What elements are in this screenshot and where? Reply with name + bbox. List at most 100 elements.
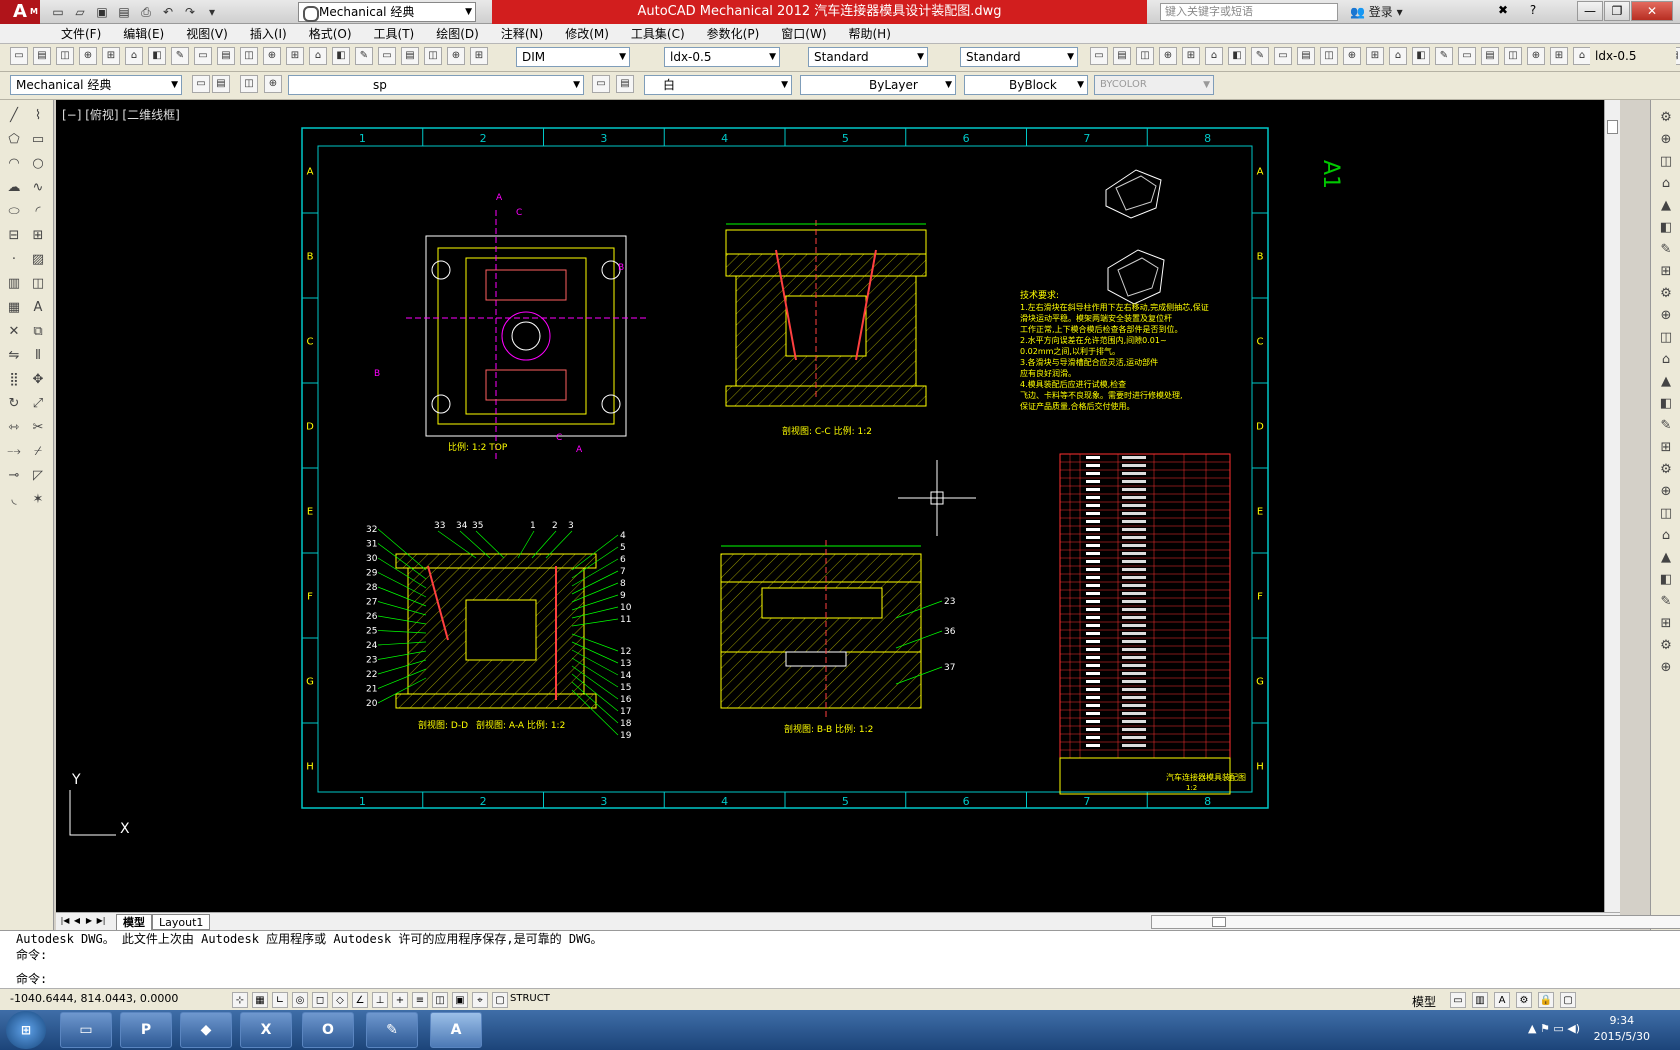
last-tab-icon[interactable]: ▶| [96,915,106,927]
application-menu-button[interactable]: AM [0,0,40,24]
mech-tool-19-icon[interactable]: ◫ [1656,504,1676,524]
customize-icon[interactable]: ▾ [202,3,222,21]
copy-icon[interactable]: ✎ [171,47,189,65]
preview-icon[interactable]: ⊞ [102,47,120,65]
dimlinear-icon[interactable]: ⊞ [1550,47,1568,65]
help-icon[interactable]: ? [1520,1,1546,21]
jogline-icon[interactable]: ▭ [1458,47,1476,65]
explorer-icon[interactable]: ▭ [60,1012,112,1048]
toolpalette-icon[interactable]: ▭ [378,47,396,65]
customize-icon[interactable]: ▤ [212,75,230,93]
dimjogged-icon[interactable]: ⌂ [1205,47,1223,65]
dimbreak-icon[interactable]: ⊞ [1366,47,1384,65]
plotstyle-select[interactable]: BYCOLOR ▼ [1094,75,1214,95]
polyline-icon[interactable]: ⌇ [28,106,48,126]
scroll-thumb[interactable] [1607,120,1618,134]
ducs-icon[interactable]: ⊥ [372,992,388,1008]
rectangle-icon[interactable]: ▭ [28,130,48,150]
start-button[interactable]: ⊞ [6,1011,46,1049]
sc-icon[interactable]: ⌖ [472,992,488,1008]
qp-icon[interactable]: ▣ [452,992,468,1008]
lineweight-select[interactable]: ByBlock ▼ [964,75,1088,95]
prev-tab-icon[interactable]: ◀ [72,915,82,927]
mech-tool-25-icon[interactable]: ⚙ [1656,636,1676,656]
menu-modify[interactable]: 修改(M) [554,24,620,43]
menu-tools[interactable]: 工具(T) [363,24,426,43]
mech-tool-2-icon[interactable]: ⊕ [1656,130,1676,150]
extend-icon[interactable]: ⤍ [4,442,24,462]
tolerance-icon[interactable]: ⌂ [1389,47,1407,65]
layer-previous-icon[interactable]: ▤ [616,75,634,93]
tpy-icon[interactable]: ◫ [432,992,448,1008]
dimlinear-icon[interactable]: ▭ [1090,47,1108,65]
undo-icon[interactable]: ◫ [240,47,258,65]
outlook-icon[interactable]: O [302,1012,354,1048]
publish-icon[interactable]: ⌂ [125,47,143,65]
ellipse-icon[interactable]: ⬭ [4,202,24,222]
chamfer-icon[interactable]: ◸ [28,466,48,486]
arc-icon[interactable]: ◠ [4,154,24,174]
mech-tool-15-icon[interactable]: ✎ [1656,416,1676,436]
point-icon[interactable]: · [4,250,24,270]
explode-icon[interactable]: ✶ [28,490,48,510]
mech-tool-18-icon[interactable]: ⊕ [1656,482,1676,502]
mech-tool-26-icon[interactable]: ⊕ [1656,658,1676,678]
workspace-settings-icon[interactable]: ▭ [192,75,210,93]
polar-icon[interactable]: ◎ [292,992,308,1008]
dimspace-icon[interactable]: ⊕ [1343,47,1361,65]
osnap-icon[interactable]: ◻ [312,992,328,1008]
close-button[interactable]: ✕ [1631,1,1673,21]
workspace-switch-icon[interactable]: ⚙ [1516,992,1532,1008]
mech-tool-16-icon[interactable]: ⊞ [1656,438,1676,458]
vertical-scrollbar[interactable] [1604,100,1620,912]
am-icon[interactable]: ▢ [492,992,508,1008]
saveas-icon[interactable]: ▤ [114,3,134,21]
quickview-icon[interactable]: ▥ [1472,992,1488,1008]
region-icon[interactable]: ◫ [28,274,48,294]
minimize-button[interactable]: — [1577,1,1603,21]
qdim-icon[interactable]: ▭ [1274,47,1292,65]
menu-toolsets[interactable]: 工具集(C) [620,24,696,43]
text-style-select[interactable]: ldx-0.5 ▼ [664,47,780,67]
mech-tool-7-icon[interactable]: ✎ [1656,240,1676,260]
revcloud-icon[interactable]: ☁ [4,178,24,198]
designcenter-icon[interactable]: ✎ [355,47,373,65]
fillet-icon[interactable]: ◟ [4,490,24,510]
undo-icon[interactable]: ↶ [158,3,178,21]
copy-obj-icon[interactable]: ⧉ [28,322,48,342]
ortho-icon[interactable]: ∟ [272,992,288,1008]
dimdiameter-icon[interactable]: ◧ [1228,47,1246,65]
menu-annotate[interactable]: 注释(N) [490,24,554,43]
search-input[interactable]: 键入关键字或短语 [1160,3,1338,21]
mech-tool-24-icon[interactable]: ⊞ [1656,614,1676,634]
plot-icon[interactable]: ⎙ [136,3,156,21]
paste-icon[interactable]: ▭ [194,47,212,65]
rotate-icon[interactable]: ↻ [4,394,24,414]
excel-icon[interactable]: X [240,1012,292,1048]
mech-tool-11-icon[interactable]: ◫ [1656,328,1676,348]
restore-button[interactable]: ❐ [1604,1,1630,21]
mech-tool-13-icon[interactable]: ▲ [1656,372,1676,392]
exchange-icon[interactable]: ✖ [1490,1,1516,21]
hscroll-thumb[interactable] [1212,917,1226,927]
zoom-icon[interactable]: ⌂ [309,47,327,65]
menu-window[interactable]: 窗口(W) [770,24,837,43]
ellipse-arc-icon[interactable]: ◜ [28,202,48,222]
matchprop-icon[interactable]: ▤ [217,47,235,65]
dimaligned-icon[interactable]: ▤ [1113,47,1131,65]
next-tab-icon[interactable]: ▶ [84,915,94,927]
autocad-task-icon[interactable]: A [430,1012,482,1048]
mech-tool-3-icon[interactable]: ◫ [1656,152,1676,172]
mech-tool-4-icon[interactable]: ⌂ [1656,174,1676,194]
circle-icon[interactable]: ○ [28,154,48,174]
make-block-icon[interactable]: ⊞ [28,226,48,246]
offset-icon[interactable]: ⫴ [28,346,48,366]
menu-file[interactable]: 文件(F) [50,24,112,43]
calc-icon[interactable]: ⊕ [447,47,465,65]
otrack-icon[interactable]: ∠ [352,992,368,1008]
clean-screen-icon[interactable]: ▢ [1560,992,1576,1008]
lock-icon[interactable]: 🔒 [1538,992,1554,1008]
move-icon[interactable]: ✥ [28,370,48,390]
center-mark-icon[interactable]: ◧ [1412,47,1430,65]
tab-layout1[interactable]: Layout1 [152,914,211,930]
